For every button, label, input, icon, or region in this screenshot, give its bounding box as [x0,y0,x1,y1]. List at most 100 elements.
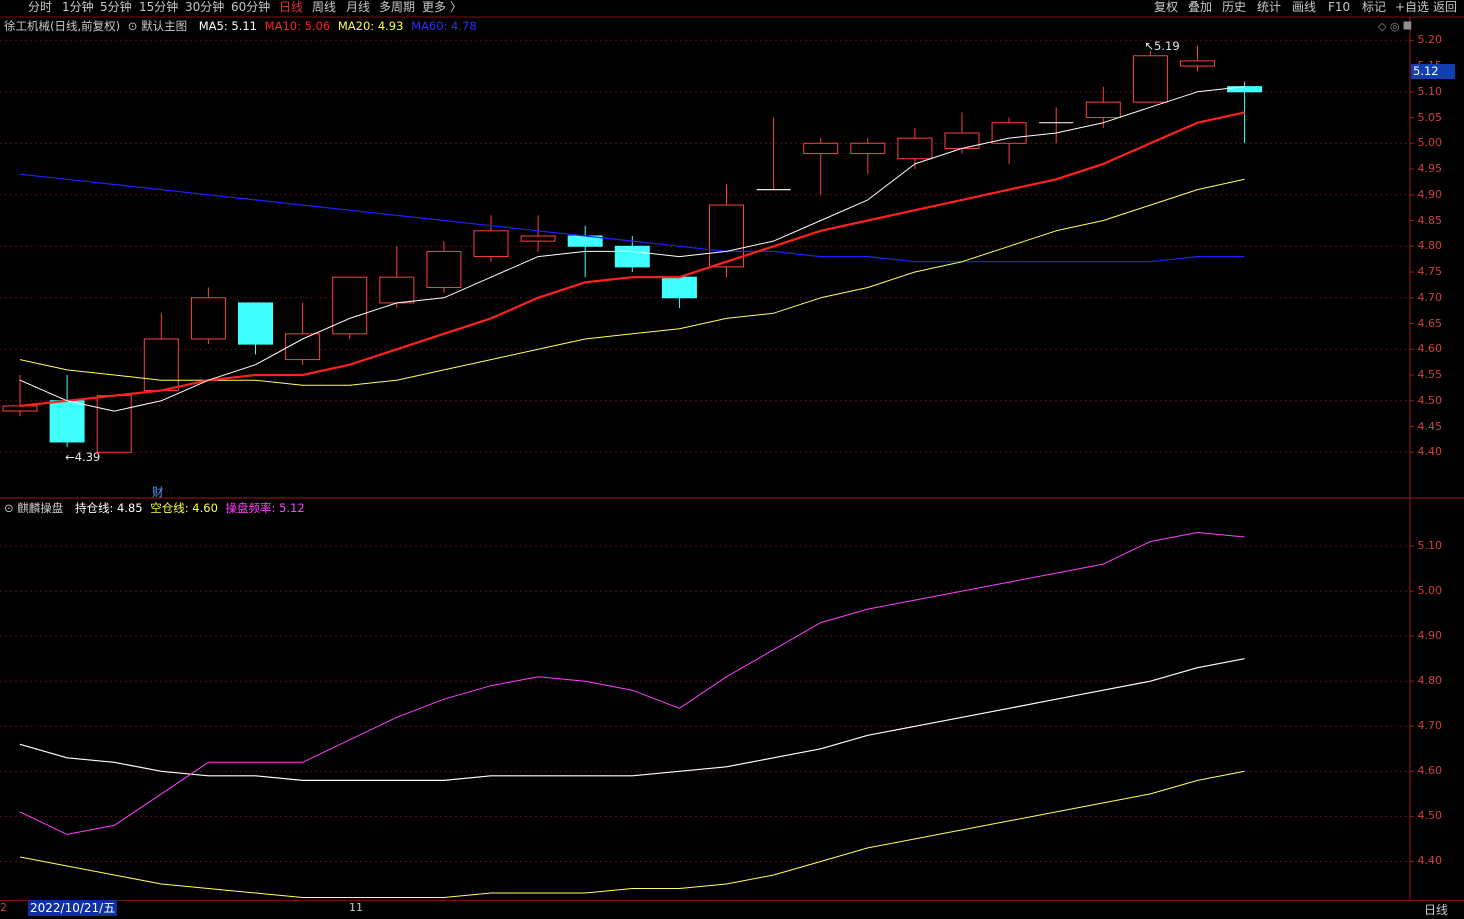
empty-line-label: 空仓线: 4.60 [150,501,218,515]
indicator-legend: ⊙ 麒麟操盘 持仓线: 4.85 空仓线: 4.60 操盘频率: 5.12 [4,501,309,515]
price-axis-label: 4.75 [1417,265,1443,279]
candle-body [850,142,886,155]
ma60-label: MA60: 4.78 [411,19,477,33]
price-axis-label: 4.70 [1417,290,1443,304]
period-indicator[interactable]: 日线 [1424,901,1448,918]
kline-chart[interactable] [0,0,1464,918]
high-price-value: 5.19 [1154,39,1180,54]
candle-up [756,117,791,191]
candle-body [2,405,38,412]
cursor-date: 2022/10/21/五 [28,900,118,916]
indicator-gridlines [0,545,1414,862]
ma10-label: MA10: 5.06 [264,19,331,33]
indicator-axis-label: 5.00 [1417,584,1443,598]
candle-up [332,276,368,339]
candle-up [803,138,839,195]
ma20-line [19,178,1245,386]
candle-body [332,276,368,335]
time-tick-11: 11 [349,901,363,914]
price-axis-label: 4.80 [1417,239,1443,253]
hold-line [19,658,1245,782]
indicator-title: 麒麟操盘 [17,501,64,515]
low-price-value: 4.39 [74,450,101,465]
candle-up [1085,86,1121,128]
candle-down [1227,81,1263,144]
hold-line-label: 持仓线: 4.85 [74,501,143,515]
stock-title[interactable]: 徐工机械(日线,前复权) [4,19,120,33]
candle-up [96,395,132,453]
candle-up [190,287,226,345]
price-axis-label: 4.65 [1417,316,1443,330]
price-axis-label: 4.90 [1417,187,1443,201]
indicator-dropdown[interactable]: ⊙ 麒麟操盘 [4,501,67,515]
candle-up [850,138,886,175]
candle-up [379,246,415,309]
price-axis-label: 4.60 [1417,342,1443,356]
candle-body [96,395,132,453]
candle-body [897,137,933,160]
ma20-label: MA20: 4.93 [337,19,404,33]
indicator-lines [19,532,1245,898]
empty-line [19,770,1245,898]
price-axis-label: 5.00 [1417,136,1443,150]
candle-body [285,333,321,361]
candle-body [661,276,697,299]
price-axis-label: 4.55 [1417,368,1443,381]
price-axis-label: 4.85 [1417,213,1443,227]
candle-up [1180,45,1215,72]
candle-body [190,297,226,340]
candle-up [1132,50,1168,103]
candle-down [49,375,85,448]
time-tick-left: 2 [0,901,7,914]
candle-body [1180,60,1215,67]
indicator-axis-label: 4.40 [1417,854,1443,868]
candle-body [143,338,179,391]
candle-up [1039,107,1074,144]
indicator-axis-label: 4.90 [1417,629,1443,643]
candle-down [661,276,697,309]
indicator-axis-label: 4.80 [1417,674,1443,688]
candle-up [426,241,462,293]
candle-body [473,230,509,258]
indicator-axis-label: 4.70 [1417,719,1443,733]
price-axis-label: 4.45 [1417,419,1443,433]
main-gridlines [0,39,1414,453]
time-axis-bar [0,900,1464,919]
candle-body [1132,55,1168,103]
freq-line-label: 操盘频率: 5.12 [225,501,305,515]
financial-event-marker[interactable]: 财 [152,484,164,500]
price-axis-label: 4.95 [1417,162,1443,176]
candle-up [709,184,744,278]
candle-body [238,302,273,345]
indicator-axis-label: 5.10 [1417,539,1443,553]
main-legend: 徐工机械(日线,前复权) ⊙ 默认主图 MA5: 5.11 MA10: 5.06… [4,19,481,33]
candle-body [426,250,462,288]
indicator-axis-label: 4.60 [1417,764,1443,778]
price-axis-label: 4.50 [1417,393,1443,407]
low-price-label: ←4.39 [65,450,101,465]
price-axis-label: 4.40 [1417,445,1443,459]
candlesticks [2,45,1263,453]
candle-down [238,302,273,355]
chart-corner-icons[interactable]: ◇ ◎ ⯀ [1378,20,1412,34]
candle-up [473,215,509,262]
candle-body [614,245,650,268]
candle-up [944,112,980,154]
candle-body [803,142,839,155]
price-axis-label: 5.20 [1417,33,1443,47]
indicator-axis-label: 4.50 [1417,809,1443,823]
high-price-label: ↖5.19 [1144,39,1180,54]
candle-body [520,235,556,242]
candle-body [1085,101,1121,119]
price-axis-label: 5.05 [1417,110,1443,124]
candle-up [2,375,38,417]
price-axis-label: 5.10 [1417,84,1443,98]
template-label: 默认主图 [141,19,188,33]
current-price-tag: 5.12 [1411,64,1455,79]
template-dropdown[interactable]: ⊙ 默认主图 [128,19,191,33]
candle-body [49,400,85,443]
candle-up [897,127,933,170]
candle-body [379,276,415,304]
ma5-label: MA5: 5.11 [198,19,257,33]
freq-line [19,532,1245,835]
